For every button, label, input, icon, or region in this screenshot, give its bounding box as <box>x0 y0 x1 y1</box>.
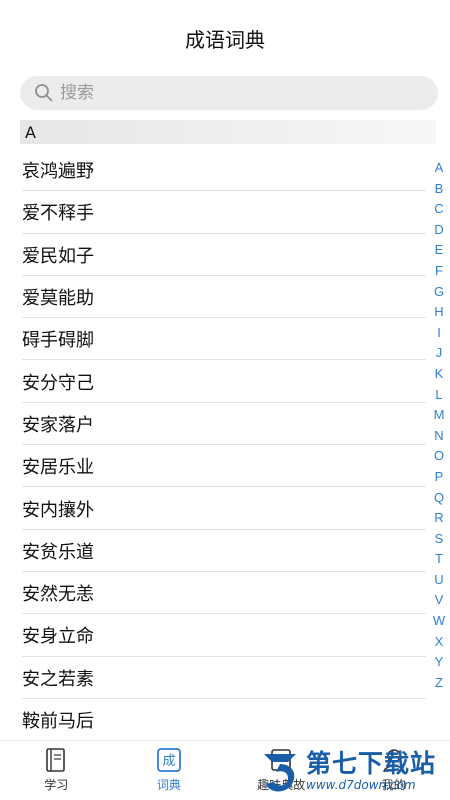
list-item[interactable]: 安居乐业 <box>0 445 426 488</box>
list-item-label: 安贫乐道 <box>22 541 94 563</box>
list-item-label: 安内攘外 <box>22 499 94 521</box>
list-item-label: 爱莫能助 <box>22 288 94 310</box>
search-input[interactable] <box>60 83 420 103</box>
search-icon <box>34 83 54 103</box>
list-item-label: 安然无恙 <box>22 584 94 606</box>
list-item[interactable]: 鞍前马后 <box>0 699 426 739</box>
index-letter[interactable]: J <box>432 343 446 364</box>
list-item[interactable]: 安身立命 <box>0 614 426 657</box>
index-letter[interactable]: D <box>432 220 446 241</box>
index-letter[interactable]: E <box>432 240 446 261</box>
index-letter[interactable]: I <box>432 323 446 344</box>
index-letter[interactable]: U <box>432 570 446 591</box>
idiom-list[interactable]: 哀鸿遍野爱不释手爱民如子爱莫能助碍手碍脚安分守己安家落户安居乐业安内攘外安贫乐道… <box>0 149 426 739</box>
header: 成语词典 <box>0 0 450 76</box>
list-item-label: 爱不释手 <box>22 203 94 225</box>
list-item[interactable]: 爱民如子 <box>0 234 426 277</box>
index-letter[interactable]: R <box>432 508 446 529</box>
tab-profile-label: 我的 <box>381 778 406 792</box>
index-letter[interactable]: K <box>432 364 446 385</box>
section-header: A <box>20 120 436 144</box>
index-letter[interactable]: V <box>432 590 446 611</box>
tab-dictionary-label: 词典 <box>156 778 181 792</box>
story-icon <box>268 747 294 773</box>
tab-bar: 学习 成 词典 趣味典故 我的 <box>0 740 450 800</box>
list-item-label: 鞍前马后 <box>22 711 94 732</box>
index-letter[interactable]: G <box>432 282 446 303</box>
list-item-label: 安身立命 <box>22 626 94 648</box>
index-letter[interactable]: Y <box>432 652 446 673</box>
list-item-label: 爱民如子 <box>22 245 94 267</box>
tab-story[interactable]: 趣味典故 <box>225 741 338 800</box>
search-bar[interactable] <box>20 76 438 110</box>
index-letter[interactable]: W <box>432 611 446 632</box>
book-icon <box>43 747 69 773</box>
tab-study[interactable]: 学习 <box>0 741 113 800</box>
index-letter[interactable]: F <box>432 261 446 282</box>
list-item[interactable]: 碍手碍脚 <box>0 318 426 361</box>
tab-dictionary[interactable]: 成 词典 <box>113 741 226 800</box>
list-item[interactable]: 安分守己 <box>0 360 426 404</box>
list-item-label: 安居乐业 <box>22 457 94 479</box>
list-item[interactable]: 哀鸿遍野 <box>0 149 426 192</box>
list-item-label: 安家落户 <box>22 414 94 436</box>
index-letter[interactable]: A <box>432 158 446 179</box>
index-letter[interactable]: C <box>432 199 446 220</box>
list-item-label: 哀鸿遍野 <box>22 161 94 183</box>
alphabet-index[interactable]: ABCDEFGHIJKLMNOPQRSTUVWXYZ <box>432 158 446 693</box>
index-letter[interactable]: Z <box>432 673 446 694</box>
list-item[interactable]: 安之若素 <box>0 657 426 700</box>
section-letter: A <box>25 122 36 142</box>
list-item-label: 安分守己 <box>22 372 94 394</box>
index-letter[interactable]: S <box>432 529 446 550</box>
list-item-label: 碍手碍脚 <box>22 330 94 352</box>
index-letter[interactable]: X <box>432 632 446 653</box>
dictionary-icon: 成 <box>156 747 182 773</box>
index-letter[interactable]: O <box>432 446 446 467</box>
profile-icon <box>381 747 407 773</box>
tab-story-label: 趣味典故 <box>257 778 306 792</box>
list-item[interactable]: 安内攘外 <box>0 487 426 530</box>
index-letter[interactable]: H <box>432 302 446 323</box>
index-letter[interactable]: B <box>432 179 446 200</box>
list-item[interactable]: 爱莫能助 <box>0 276 426 319</box>
index-letter[interactable]: M <box>432 405 446 426</box>
index-letter[interactable]: Q <box>432 488 446 509</box>
tab-study-label: 学习 <box>44 778 69 792</box>
index-letter[interactable]: P <box>432 467 446 488</box>
tab-profile[interactable]: 我的 <box>338 741 450 800</box>
list-item[interactable]: 安然无恙 <box>0 572 426 615</box>
svg-text:成: 成 <box>162 754 175 769</box>
list-item[interactable]: 爱不释手 <box>0 191 426 234</box>
list-item[interactable]: 安贫乐道 <box>0 530 426 573</box>
index-letter[interactable]: N <box>432 426 446 447</box>
page-title: 成语词典 <box>185 27 265 52</box>
index-letter[interactable]: T <box>432 549 446 570</box>
index-letter[interactable]: L <box>432 385 446 406</box>
list-item[interactable]: 安家落户 <box>0 403 426 446</box>
list-item-label: 安之若素 <box>22 668 94 690</box>
